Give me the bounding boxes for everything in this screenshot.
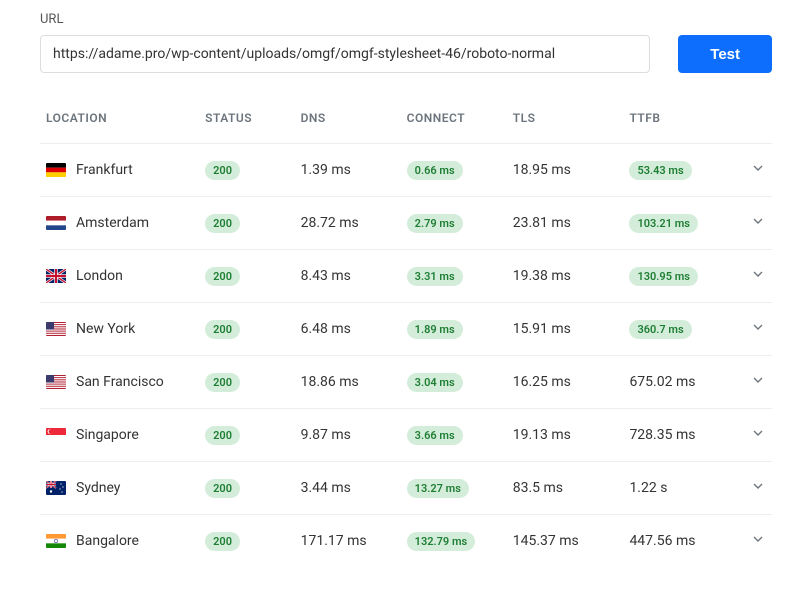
- location-name: San Francisco: [76, 374, 164, 390]
- tls-value: 16.25 ms: [513, 374, 571, 390]
- dns-value: 18.86 ms: [301, 374, 359, 390]
- location-name: Frankfurt: [76, 162, 133, 178]
- header-location: LOCATION: [40, 101, 199, 144]
- flag-icon: [46, 216, 66, 230]
- flag-icon: [46, 481, 66, 495]
- flag-icon: [46, 534, 66, 548]
- dns-value: 1.39 ms: [301, 162, 351, 178]
- flag-icon: [46, 428, 66, 442]
- chevron-down-icon[interactable]: [750, 270, 766, 286]
- table-row: Sydney 200 3.44 ms 13.27 ms 83.5 ms 1.22 s: [40, 462, 772, 515]
- ttfb-value: 53.43 ms: [629, 161, 691, 180]
- status-badge: 200: [205, 479, 240, 498]
- tls-value: 18.95 ms: [513, 162, 571, 178]
- status-badge: 200: [205, 161, 240, 180]
- chevron-down-icon[interactable]: [750, 482, 766, 498]
- chevron-down-icon[interactable]: [750, 217, 766, 233]
- test-button[interactable]: Test: [678, 35, 772, 73]
- location-name: New York: [76, 321, 135, 337]
- tls-value: 19.13 ms: [513, 427, 571, 443]
- location-name: London: [76, 268, 123, 284]
- tls-value: 23.81 ms: [513, 215, 571, 231]
- status-badge: 200: [205, 532, 240, 551]
- ttfb-value: 1.22 s: [629, 480, 667, 496]
- ttfb-value: 360.7 ms: [629, 320, 691, 339]
- results-table: LOCATION STATUS DNS CONNECT TLS TTFB Fra…: [40, 101, 772, 567]
- tls-value: 145.37 ms: [513, 533, 579, 549]
- table-row: Bangalore 200 171.17 ms 132.79 ms 145.37 ms 4…: [40, 515, 772, 568]
- table-row: New York 200 6.48 ms 1.89 ms 15.91 ms 360.7 m…: [40, 303, 772, 356]
- flag-icon: [46, 375, 66, 389]
- location-name: Singapore: [76, 427, 139, 443]
- dns-value: 28.72 ms: [301, 215, 359, 231]
- location-name: Sydney: [76, 480, 120, 496]
- header-dns: DNS: [295, 101, 401, 144]
- status-badge: 200: [205, 320, 240, 339]
- connect-value: 2.79 ms: [407, 214, 463, 233]
- header-ttfb: TTFB: [623, 101, 740, 144]
- connect-value: 1.89 ms: [407, 320, 463, 339]
- ttfb-value: 130.95 ms: [629, 267, 698, 286]
- connect-value: 132.79 ms: [407, 532, 476, 551]
- chevron-down-icon[interactable]: [750, 429, 766, 445]
- chevron-down-icon[interactable]: [750, 164, 766, 180]
- table-row: Singapore 200 9.87 ms 3.66 ms 19.13 ms 728.35…: [40, 409, 772, 462]
- table-row: Frankfurt 200 1.39 ms 0.66 ms 18.95 ms 53.43 …: [40, 144, 772, 197]
- connect-value: 13.27 ms: [407, 479, 469, 498]
- tls-value: 83.5 ms: [513, 480, 563, 496]
- chevron-down-icon[interactable]: [750, 535, 766, 551]
- connect-value: 3.04 ms: [407, 373, 463, 392]
- status-badge: 200: [205, 214, 240, 233]
- header-connect: CONNECT: [401, 101, 507, 144]
- header-status: STATUS: [199, 101, 294, 144]
- tls-value: 15.91 ms: [513, 321, 571, 337]
- connect-value: 3.31 ms: [407, 267, 463, 286]
- table-row: London 200 8.43 ms 3.31 ms 19.38 ms 130.95 ms: [40, 250, 772, 303]
- ttfb-value: 103.21 ms: [629, 214, 698, 233]
- ttfb-value: 675.02 ms: [629, 374, 695, 390]
- header-tls: TLS: [507, 101, 624, 144]
- dns-value: 3.44 ms: [301, 480, 351, 496]
- chevron-down-icon[interactable]: [750, 376, 766, 392]
- connect-value: 3.66 ms: [407, 426, 463, 445]
- location-name: Amsterdam: [76, 215, 149, 231]
- flag-icon: [46, 269, 66, 283]
- connect-value: 0.66 ms: [407, 161, 463, 180]
- dns-value: 9.87 ms: [301, 427, 351, 443]
- status-badge: 200: [205, 426, 240, 445]
- dns-value: 171.17 ms: [301, 533, 367, 549]
- url-label: URL: [40, 12, 772, 27]
- url-input[interactable]: [40, 35, 650, 73]
- dns-value: 8.43 ms: [301, 268, 351, 284]
- table-row: Amsterdam 200 28.72 ms 2.79 ms 23.81 ms 103.2…: [40, 197, 772, 250]
- location-name: Bangalore: [76, 533, 139, 549]
- dns-value: 6.48 ms: [301, 321, 351, 337]
- table-row: San Francisco 200 18.86 ms 3.04 ms 16.25 ms 6…: [40, 356, 772, 409]
- status-badge: 200: [205, 373, 240, 392]
- flag-icon: [46, 163, 66, 177]
- status-badge: 200: [205, 267, 240, 286]
- ttfb-value: 447.56 ms: [629, 533, 695, 549]
- flag-icon: [46, 322, 66, 336]
- tls-value: 19.38 ms: [513, 268, 571, 284]
- chevron-down-icon[interactable]: [750, 323, 766, 339]
- ttfb-value: 728.35 ms: [629, 427, 695, 443]
